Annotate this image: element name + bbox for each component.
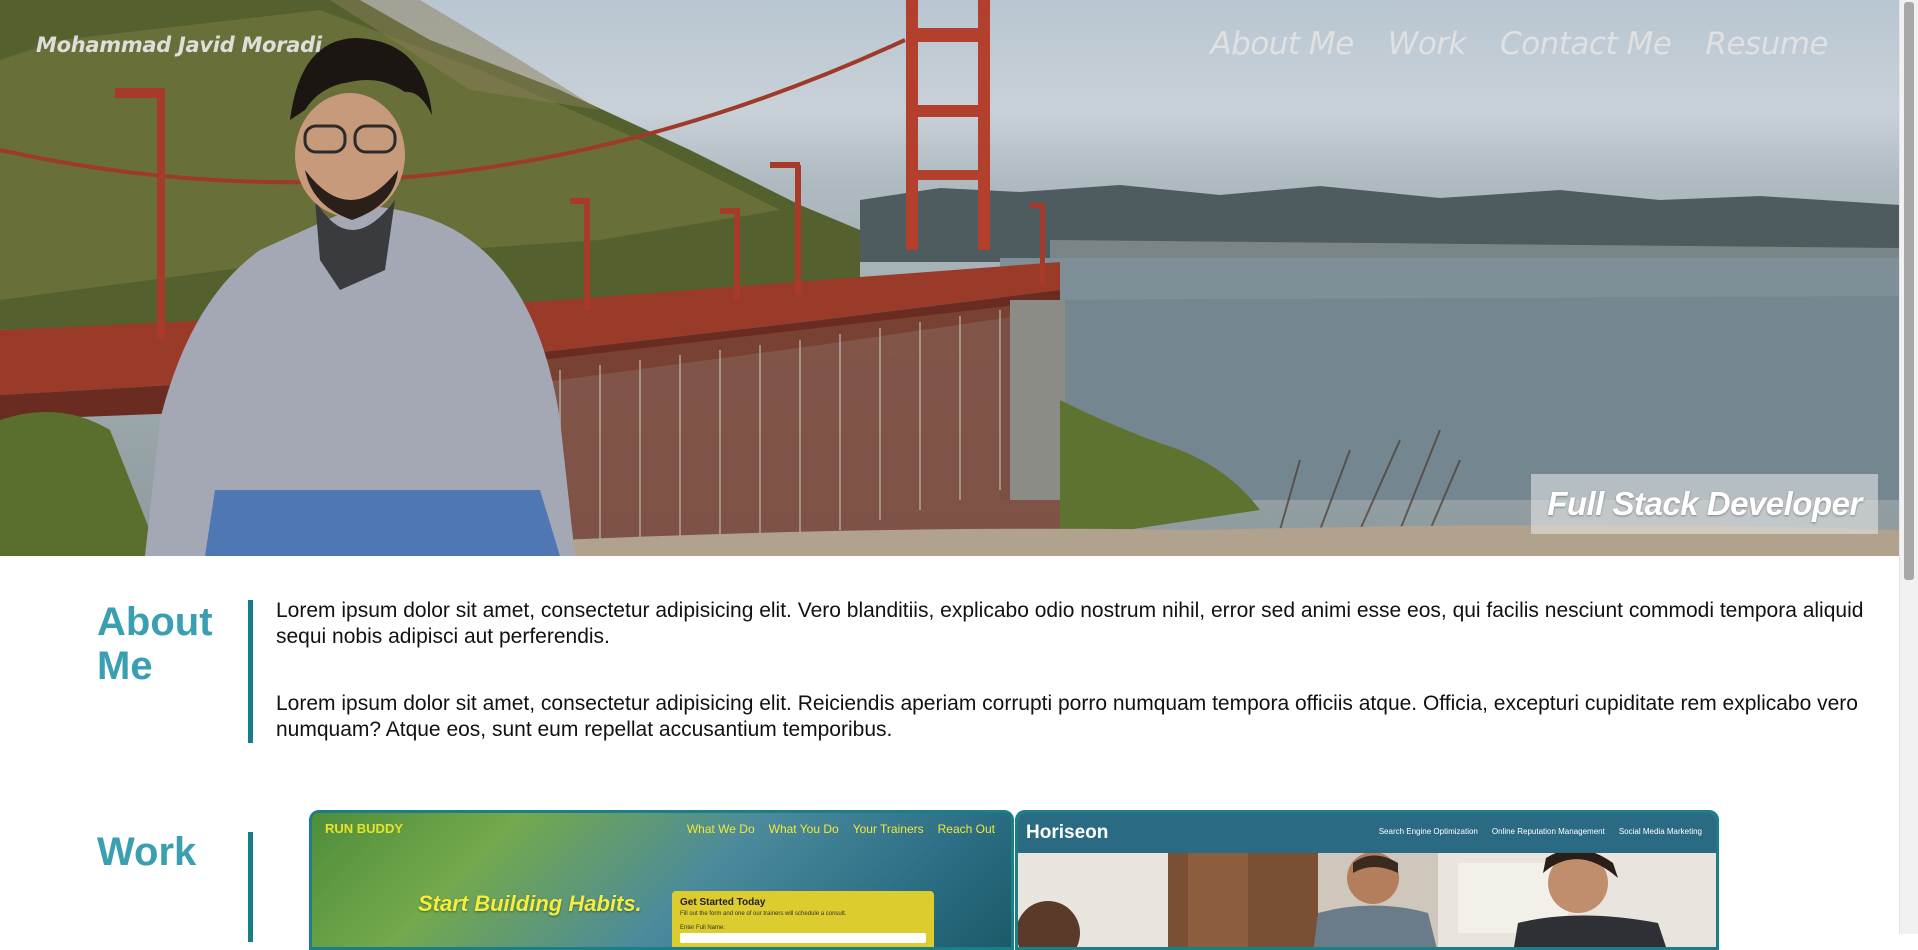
work-divider — [248, 832, 253, 942]
horiseon-nav-item: Social Media Marketing — [1618, 827, 1702, 836]
page-scrollbar[interactable] — [1899, 0, 1918, 934]
horiseon-hero-photo — [1018, 853, 1716, 947]
run-buddy-form-label: Enter Full Name: — [680, 925, 726, 931]
project-card-run-buddy[interactable]: RUN BUDDY What We Do What You Do Your Tr… — [309, 810, 1014, 950]
hero-banner: Mohammad Javid Moradi About Me Work Cont… — [0, 0, 1900, 556]
run-buddy-nav-item: What You Do — [768, 822, 839, 836]
main-nav: About Me Work Contact Me Resume — [1210, 26, 1828, 62]
run-buddy-form-input — [680, 933, 926, 943]
horiseon-nav-item: Online Reputation Management — [1491, 827, 1605, 836]
horiseon-nav-item: Search Engine Optimization — [1378, 827, 1478, 836]
horiseon-header: Horiseon Search Engine Optimization Onli… — [1018, 813, 1716, 853]
run-buddy-form: Get Started Today Fill out the form and … — [672, 891, 934, 947]
run-buddy-nav-item: Your Trainers — [852, 822, 924, 836]
tagline-text: Full Stack Developer — [1547, 485, 1862, 522]
about-paragraph: Lorem ipsum dolor sit amet, consectetur … — [276, 599, 1864, 648]
horiseon-logo: Horiseon — [1026, 822, 1109, 843]
about-section-title: About Me — [97, 600, 213, 688]
run-buddy-form-text: Fill out the form and one of our trainer… — [680, 911, 847, 917]
about-divider — [248, 600, 253, 743]
hero-photo — [0, 0, 1900, 556]
run-buddy-nav-item: Reach Out — [937, 822, 995, 836]
run-buddy-logo: RUN BUDDY — [325, 821, 403, 836]
run-buddy-headline: Start Building Habits. — [418, 891, 642, 916]
about-content: Lorem ipsum dolor sit amet, consectetur … — [276, 598, 1876, 784]
nav-resume[interactable]: Resume — [1705, 26, 1828, 62]
scrollbar-thumb[interactable] — [1904, 2, 1914, 580]
nav-work[interactable]: Work — [1388, 26, 1467, 62]
nav-about-me[interactable]: About Me — [1210, 26, 1354, 62]
nav-contact-me[interactable]: Contact Me — [1500, 26, 1672, 62]
about-paragraph: Lorem ipsum dolor sit amet, consectetur … — [276, 692, 1858, 741]
site-brand[interactable]: Mohammad Javid Moradi — [36, 33, 322, 57]
run-buddy-form-title: Get Started Today — [680, 897, 766, 908]
project-card-horiseon[interactable]: Horiseon Search Engine Optimization Onli… — [1015, 810, 1719, 950]
tagline-box: Full Stack Developer — [1531, 474, 1878, 534]
run-buddy-nav-item: What We Do — [686, 822, 755, 836]
horiseon-nav: Search Engine Optimization Online Reputa… — [1379, 827, 1702, 836]
work-section-title: Work — [97, 830, 197, 874]
run-buddy-nav: What We Do What You Do Your Trainers Rea… — [687, 822, 995, 836]
